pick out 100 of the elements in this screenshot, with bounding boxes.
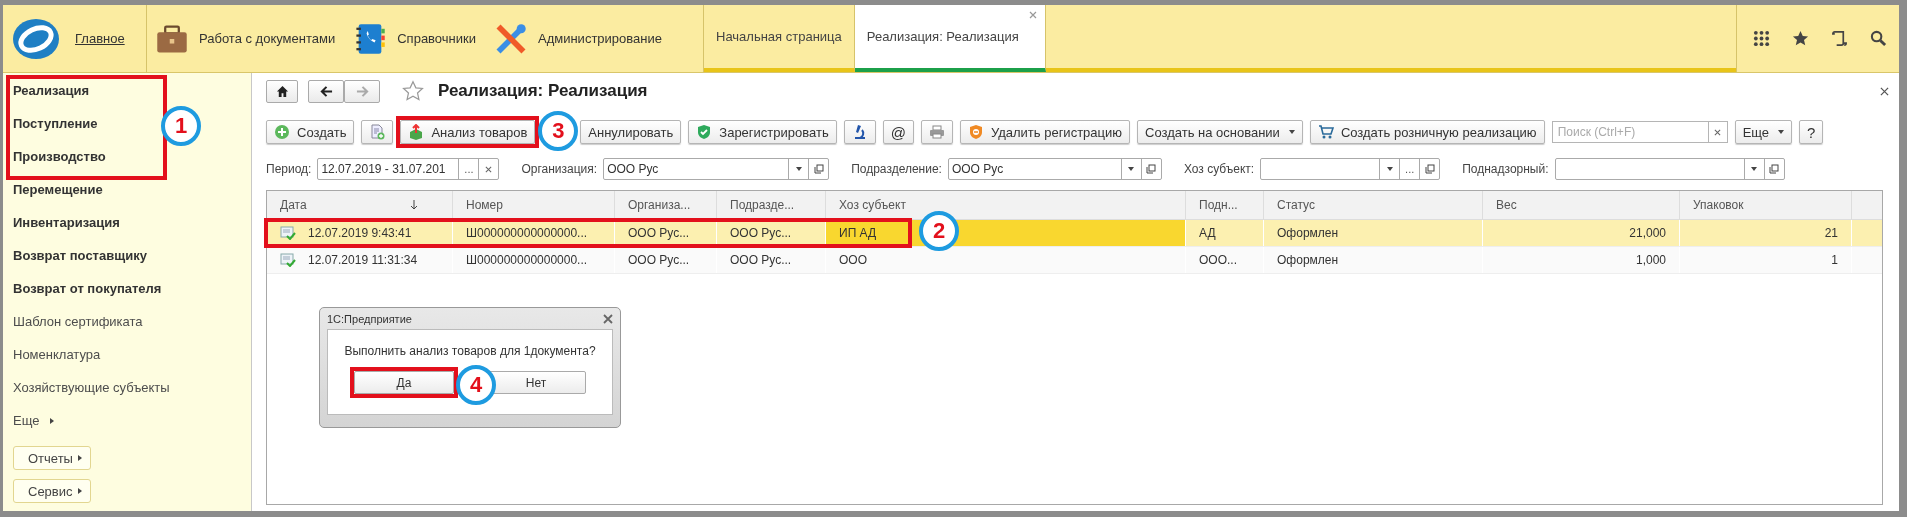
section-link[interactable]: Справочники (345, 21, 486, 56)
toolbar-button[interactable]: @ (882, 120, 914, 144)
dropdown-arrow-icon[interactable] (1128, 167, 1135, 171)
callout-number: 1 (161, 106, 201, 146)
toolbar-button[interactable]: Удалить регистрацию (959, 120, 1130, 144)
cart-icon (1317, 124, 1334, 140)
table-cell: 1 (1680, 247, 1852, 273)
forward-arrow-icon (355, 84, 369, 98)
toolbar-button[interactable]: Анализ товаров (400, 120, 536, 144)
address-book-icon (353, 21, 388, 56)
column-header[interactable]: Вес (1483, 191, 1680, 219)
section-link[interactable]: Работа с документами (147, 21, 346, 56)
dropdown-arrow-icon (1778, 130, 1785, 134)
star-icon[interactable] (1792, 30, 1809, 47)
close-icon[interactable] (1880, 86, 1889, 96)
sidebar-item[interactable]: Шаблон сертификата (13, 305, 143, 338)
section-link[interactable]: Администрирование (486, 21, 672, 56)
more-menu[interactable]: Еще (13, 404, 55, 437)
sidebar-item[interactable]: Реализация (13, 74, 106, 107)
caret-icon (77, 488, 82, 494)
callout-number: 4 (456, 365, 496, 405)
sidebar-item[interactable]: Возврат поставщику (13, 239, 147, 272)
toolbar-button[interactable]: Еще (1734, 120, 1793, 144)
dialog-title: 1С:Предприятие (327, 312, 412, 325)
dropdown-arrow-icon[interactable] (1751, 167, 1757, 171)
dropdown-arrow-icon[interactable] (795, 167, 802, 171)
open-window-icon[interactable] (1424, 164, 1435, 174)
table-cell: Оформлен (1264, 247, 1483, 273)
posted-document-icon (280, 253, 296, 267)
sidebar-item[interactable]: Хозяйствующие субъекты (13, 371, 170, 404)
toolbar-button[interactable]: Создать (266, 120, 355, 144)
shield-check-icon (696, 124, 713, 140)
home-link[interactable]: Главное (75, 31, 125, 46)
input-field[interactable] (1554, 158, 1785, 180)
dropdown-arrow-icon[interactable] (1386, 167, 1393, 171)
table-cell: ООО Рус... (615, 220, 717, 246)
input-field[interactable]: ... (1260, 158, 1441, 180)
star-icon[interactable] (402, 80, 424, 102)
table-cell: ООО... (1186, 247, 1264, 273)
form-title: Реализация: Реализация (438, 81, 648, 101)
plus-icon (274, 124, 290, 140)
sort-arrow-icon (411, 200, 417, 210)
printer-icon (928, 124, 945, 140)
field-label: Подразделение: (851, 162, 942, 176)
open-window-icon[interactable] (1146, 164, 1157, 174)
input-field[interactable]: 12.07.2019 - 31.07.201 ... (317, 158, 500, 180)
box-arrow-icon (408, 124, 425, 140)
input-field[interactable]: ООО Рус (603, 158, 830, 180)
toolbar-button[interactable]: ? (1799, 120, 1824, 144)
sidebar-button[interactable]: Сервис (13, 479, 91, 503)
icon-button[interactable] (843, 120, 876, 144)
dropdown-arrow-icon (1288, 130, 1295, 134)
table-cell: 12.07.2019 9:43:41 (267, 220, 453, 246)
dialog-message: Выполнить анализ товаров для 1документа? (344, 344, 596, 358)
search-field[interactable]: Поиск (Ctrl+F) (1551, 121, 1708, 143)
toolbar-button[interactable]: Зарегистрировать (688, 120, 837, 144)
sidebar-item[interactable]: Поступление (13, 107, 106, 140)
back-button[interactable] (308, 79, 344, 103)
dialog-button[interactable]: Да (354, 371, 454, 394)
field-label: Период: (266, 162, 312, 176)
callout-number: 3 (538, 111, 579, 151)
clear-icon[interactable] (485, 165, 493, 173)
column-header[interactable]: Дата (267, 191, 453, 219)
posted-document-icon (280, 226, 296, 240)
open-window-icon[interactable] (813, 164, 824, 174)
toolbar-button[interactable]: Аннулировать (580, 120, 682, 144)
sidebar-item[interactable]: Номенклатура (13, 338, 101, 371)
column-header[interactable]: Номер (453, 191, 615, 219)
apps-grid-icon[interactable] (1753, 30, 1770, 47)
home-button[interactable] (266, 79, 298, 103)
open-tab[interactable]: Реализация: Реализация (854, 5, 1046, 72)
sidebar-button[interactable]: Отчеты (13, 446, 91, 470)
add-document-icon (369, 124, 386, 140)
table-cell: 12.07.2019 11:31:34 (267, 247, 453, 273)
sidebar-item[interactable]: Инвентаризация (13, 206, 120, 239)
table-row[interactable]: 12.07.2019 11:31:34 Ш000000000000000... ООО Рус... ООО Рус... ООО ООО... Оформлен 1,000 1 (267, 247, 1882, 274)
sidebar-item[interactable]: Производство (13, 140, 106, 173)
input-field[interactable]: ООО Рус (947, 158, 1162, 180)
sidebar-item[interactable]: Перемещение (13, 173, 103, 206)
open-window-icon[interactable] (1769, 164, 1779, 174)
column-header[interactable]: Подразде... (717, 191, 826, 219)
history-icon[interactable] (1831, 30, 1848, 47)
clear-icon[interactable] (1714, 128, 1722, 136)
table-cell: Ш000000000000000... (453, 220, 615, 246)
column-header[interactable]: Подн... (1186, 191, 1264, 219)
column-header[interactable]: Организа... (615, 191, 717, 219)
logo-icon (11, 16, 61, 61)
search-icon[interactable] (1870, 30, 1887, 47)
close-icon[interactable] (603, 313, 613, 324)
field-label: Организация: (521, 162, 598, 176)
column-header[interactable]: Упаковок (1680, 191, 1852, 219)
shield-minus-icon (967, 124, 984, 140)
column-header[interactable]: Статус (1264, 191, 1483, 219)
sidebar-item[interactable]: Возврат от покупателя (13, 272, 162, 305)
table-cell: АД (1186, 220, 1264, 246)
toolbar-button[interactable]: Создать розничную реализацию (1309, 120, 1545, 144)
table-cell: 21,000 (1483, 220, 1680, 246)
table-cell: ООО Рус... (615, 247, 717, 273)
toolbar-button[interactable]: Создать на основании (1137, 120, 1303, 144)
table-cell: Оформлен (1264, 220, 1483, 246)
